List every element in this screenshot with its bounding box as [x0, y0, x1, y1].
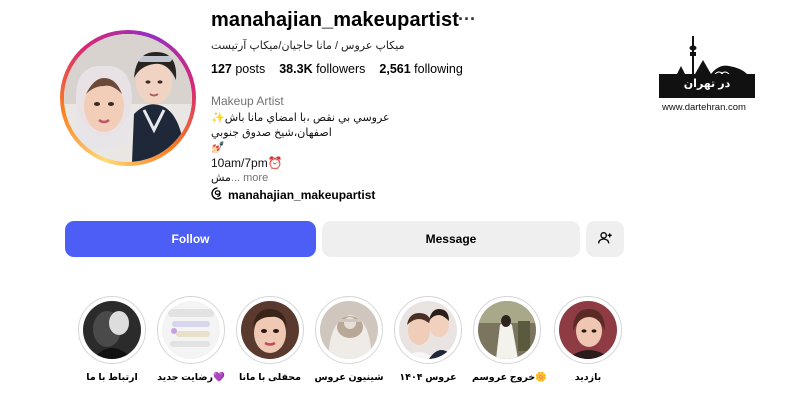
profile-bio: ✨عروسي بي نقص ،با امضاي مانا باش اصفهان،…: [211, 111, 390, 186]
highlight-item[interactable]: خروج عروسم🌼: [472, 296, 548, 386]
highlight-ring: [78, 296, 146, 364]
highlight-ring: [315, 296, 383, 364]
highlight-ring: [157, 296, 225, 364]
highlight-label: خروج عروسم🌼: [472, 372, 548, 383]
highlight-ring: [473, 296, 541, 364]
avatar-photo: [64, 34, 192, 162]
following-label: following: [414, 62, 463, 76]
dartehran-logo-text: در تهران: [683, 78, 731, 90]
highlight-item[interactable]: شینیون عروس: [314, 296, 384, 386]
highlight-thumbnail: [399, 301, 457, 359]
bio-more-link[interactable]: ... more: [231, 172, 268, 184]
highlight-label: ارتباط با ما: [86, 372, 138, 383]
posts-label: posts: [235, 62, 266, 76]
bio-line: اصفهان،شيخ صدوق جنوبي: [211, 127, 332, 139]
bio-line: مش... more: [211, 171, 390, 186]
highlight-ring: [394, 296, 462, 364]
followers-label: followers: [316, 62, 366, 76]
highlight-item[interactable]: رضایت جدید💜: [156, 296, 226, 386]
highlight-ring: [554, 296, 622, 364]
dartehran-url: www.dartehran.com: [662, 102, 746, 113]
bio-text: مش: [211, 172, 231, 184]
threads-icon: [211, 187, 224, 203]
highlight-label: شینیون عروس: [314, 372, 384, 383]
posts-count: 127: [211, 62, 232, 76]
highlight-thumbnail: [162, 301, 220, 359]
highlight-item[interactable]: عروس ۱۴۰۴: [393, 296, 463, 386]
add-user-button[interactable]: [586, 221, 624, 257]
highlight-item[interactable]: محفلی با مانا: [235, 296, 305, 386]
profile-category: Makeup Artist: [211, 94, 284, 108]
highlight-thumbnail: [241, 301, 299, 359]
followers-stat[interactable]: 38.3K followers: [279, 62, 365, 76]
highlight-label: عروس ۱۴۰۴: [399, 372, 457, 383]
posts-stat: 127 posts: [211, 62, 265, 76]
threads-link[interactable]: manahajian_makeupartist: [211, 187, 375, 203]
following-count: 2,561: [379, 62, 411, 76]
highlight-item[interactable]: بازدید: [553, 296, 623, 386]
followers-count: 38.3K: [279, 62, 313, 76]
profile-subtitle: میکاپ عروس / مانا حاجیان/میکاپ آرتیست: [211, 40, 405, 52]
profile-avatar[interactable]: [60, 30, 196, 166]
follow-button[interactable]: Follow: [65, 221, 316, 257]
following-stat[interactable]: 2,561 following: [379, 62, 462, 76]
message-button[interactable]: Message: [322, 221, 580, 257]
highlight-label: بازدید: [574, 372, 602, 383]
highlight-label: محفلی با مانا: [238, 372, 302, 383]
more-horizontal-icon[interactable]: ···: [458, 9, 476, 30]
highlight-label: رضایت جدید💜: [157, 372, 225, 383]
highlight-thumbnail: [83, 301, 141, 359]
bio-line: 10am/7pm⏰: [211, 156, 283, 170]
bio-line: 💅🏻: [211, 142, 225, 154]
add-user-icon: [597, 230, 613, 249]
bio-line: ✨عروسي بي نقص ،با امضاي مانا باش: [211, 112, 390, 124]
profile-stats: 127 posts 38.3K followers 2,561 followin…: [211, 62, 463, 76]
threads-handle: manahajian_makeupartist: [228, 188, 376, 202]
highlight-thumbnail: [320, 301, 378, 359]
profile-username: manahajian_makeupartist: [211, 9, 459, 31]
highlight-ring: [236, 296, 304, 364]
highlight-thumbnail: [559, 301, 617, 359]
highlight-item[interactable]: ارتباط با ما: [77, 296, 147, 386]
highlight-thumbnail: [478, 301, 536, 359]
